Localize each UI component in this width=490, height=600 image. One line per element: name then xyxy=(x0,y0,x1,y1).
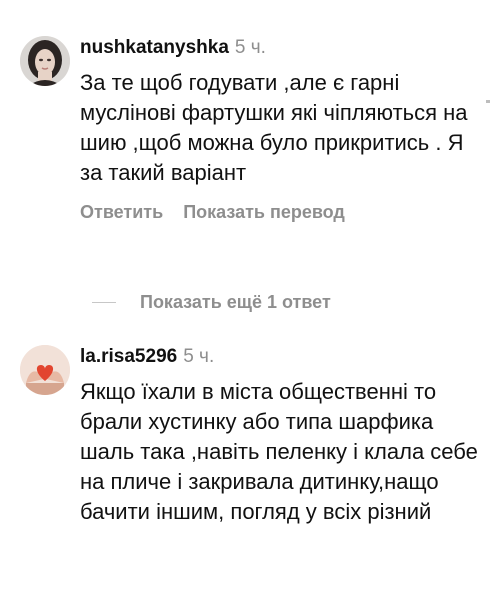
avatar[interactable] xyxy=(20,36,70,86)
comment-body: nushkatanyshka 5 ч. За те щоб годувати ,а… xyxy=(80,36,480,223)
avatar[interactable] xyxy=(20,345,70,395)
heart-in-hands-icon xyxy=(20,345,70,395)
comment-time: 5 ч. xyxy=(234,37,266,58)
comment-time: 5 ч. xyxy=(183,346,215,367)
scroll-indicator xyxy=(486,100,490,103)
replies-divider xyxy=(92,301,116,303)
show-more-replies-button[interactable]: Показать ещё 1 ответ xyxy=(92,290,331,314)
comment-body: la.risa5296 5 ч. Якщо їхали в міста общес… xyxy=(80,345,480,527)
username-link[interactable]: la.risa5296 xyxy=(80,346,177,367)
woman-portrait-icon xyxy=(20,36,70,86)
comment-text: За те щоб годувати ,але є гарні муслінов… xyxy=(80,70,468,185)
reply-button[interactable]: Ответить xyxy=(80,202,163,222)
username-link[interactable]: nushkatanyshka xyxy=(80,37,229,58)
show-translation-button[interactable]: Показать перевод xyxy=(183,202,345,222)
show-more-replies-label: Показать ещё 1 ответ xyxy=(140,291,331,312)
comment-actions: Ответить Показать перевод xyxy=(80,202,480,223)
comment-text: Якщо їхали в міста общественні то брали … xyxy=(80,379,478,524)
comment-meta: nushkatanyshka 5 ч. xyxy=(80,36,480,60)
comment-meta: la.risa5296 5 ч. xyxy=(80,345,480,369)
